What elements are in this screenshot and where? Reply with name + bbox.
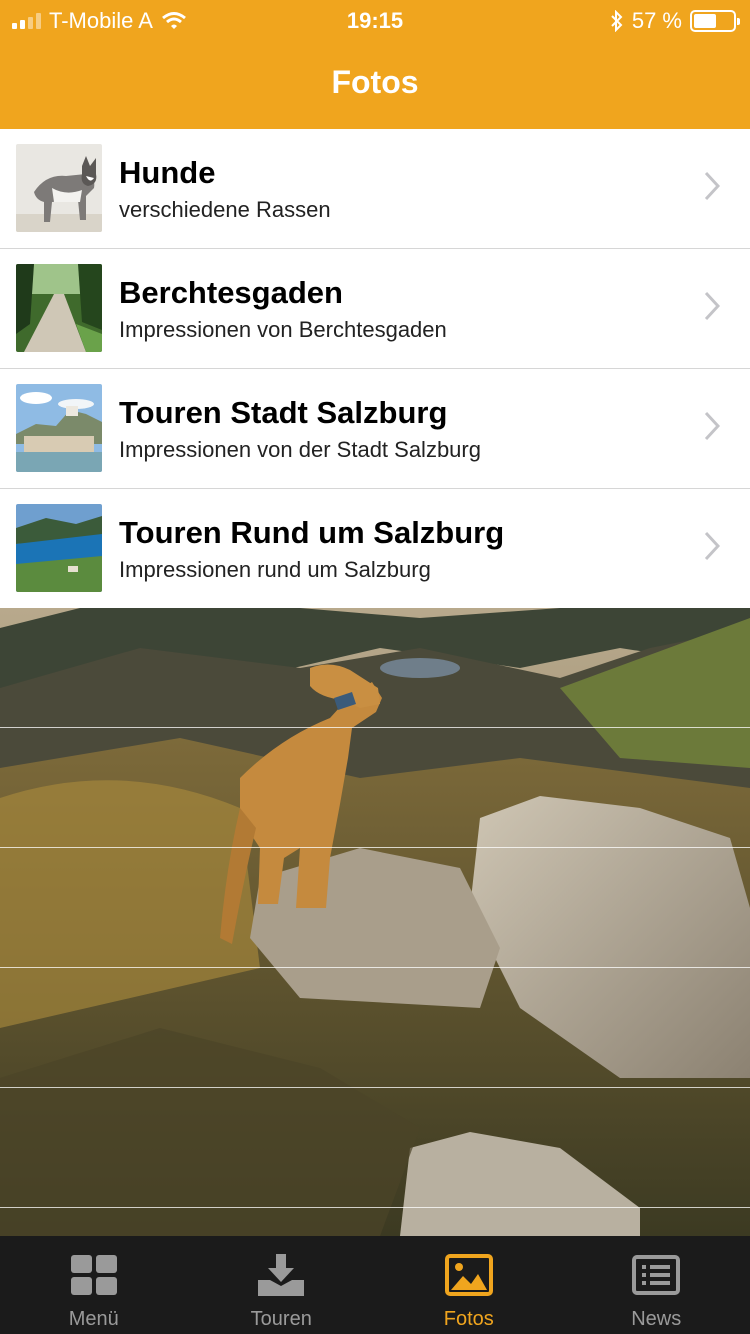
album-title: Touren Rund um Salzburg (119, 515, 505, 550)
tab-label: News (631, 1308, 682, 1330)
tab-menu[interactable]: Menü (0, 1236, 188, 1334)
news-icon (632, 1255, 681, 1295)
album-subtitle: Impressionen von der Stadt Salzburg (119, 437, 481, 462)
tab-bar: Menü Touren Fotos News (0, 1236, 750, 1334)
tab-label: Touren (250, 1308, 312, 1330)
album-list: Hunde verschiedene Rassen Berchtesgaden … (0, 129, 750, 609)
tab-label: Fotos (443, 1308, 494, 1330)
grid-icon (70, 1255, 117, 1295)
status-bar: T-Mobile A 19:15 57 % (0, 0, 750, 42)
album-row-hunde[interactable]: Hunde verschiedene Rassen (0, 129, 750, 249)
tab-label: Menü (68, 1308, 119, 1330)
photo-icon (444, 1254, 493, 1296)
page-title: Fotos (331, 64, 419, 100)
background-photo (0, 608, 750, 1236)
battery-icon (690, 10, 740, 32)
album-subtitle: verschiedene Rassen (119, 197, 331, 222)
bluetooth-icon (611, 10, 623, 32)
chevron-right-icon (704, 411, 720, 441)
album-subtitle: Impressionen rund um Salzburg (119, 557, 431, 582)
dog-mountain-image (0, 608, 750, 1236)
nav-header: T-Mobile A 19:15 57 % Fotos (0, 0, 750, 129)
album-thumbnail-lake (16, 504, 102, 592)
album-thumbnail-dog (16, 144, 102, 232)
tab-fotos[interactable]: Fotos (375, 1236, 563, 1334)
album-row-stadt-salzburg[interactable]: Touren Stadt Salzburg Impressionen von d… (0, 369, 750, 489)
album-thumbnail-forest-path (16, 264, 102, 352)
album-subtitle: Impressionen von Berchtesgaden (119, 317, 447, 342)
album-title: Touren Stadt Salzburg (119, 395, 448, 430)
download-icon (258, 1254, 305, 1296)
album-title: Hunde (119, 155, 216, 190)
album-row-rund-um-salzburg[interactable]: Touren Rund um Salzburg Impressionen run… (0, 489, 750, 609)
album-thumbnail-city (16, 384, 102, 472)
album-row-berchtesgaden[interactable]: Berchtesgaden Impressionen von Berchtesg… (0, 249, 750, 369)
chevron-right-icon (704, 291, 720, 321)
album-title: Berchtesgaden (119, 275, 343, 310)
chevron-right-icon (704, 531, 720, 561)
chevron-right-icon (704, 171, 720, 201)
tab-news[interactable]: News (563, 1236, 750, 1334)
tab-touren[interactable]: Touren (188, 1236, 376, 1334)
battery-percent: 57 % (631, 8, 682, 33)
